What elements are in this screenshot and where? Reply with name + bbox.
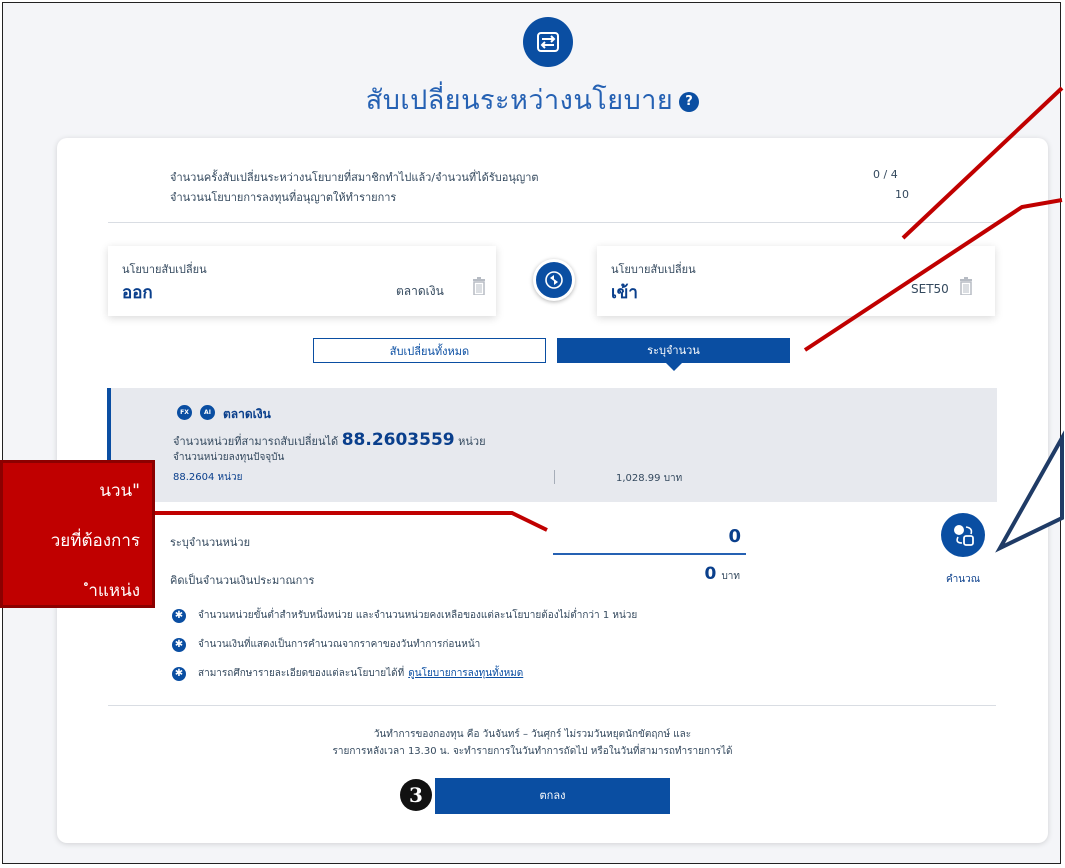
speech-pointer [995,430,1064,553]
annotation-arrow [155,511,548,532]
annotation-overlay [155,86,1064,553]
annotation-arrow [901,86,1064,240]
annotation-arrow [803,198,1063,352]
